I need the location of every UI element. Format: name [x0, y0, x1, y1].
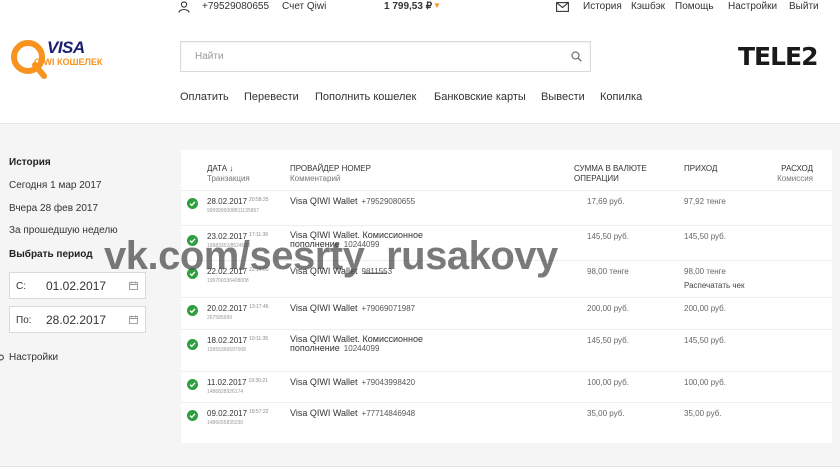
tele2-logo[interactable]: TELE2 — [738, 42, 819, 71]
row-provider[interactable]: Visa QIWI Wallet +79069071987 — [290, 304, 450, 314]
account-label[interactable]: Счет Qiwi — [282, 1, 326, 12]
row-income: 97,92 тенге — [684, 197, 726, 206]
date-to-label: По: — [16, 315, 32, 326]
balance-caret-icon[interactable]: ▼ — [433, 1, 441, 10]
row-transaction-id: 267585999 — [207, 315, 233, 321]
mainnav-bank-cards[interactable]: Банковские карты — [434, 91, 526, 103]
row-transaction-id: 9999999008811135867 — [207, 208, 260, 214]
success-check-icon — [187, 305, 198, 316]
settings-label: Настройки — [9, 352, 59, 363]
header-expense: РАСХОД Комиссия — [777, 164, 813, 183]
user-icon[interactable] — [178, 1, 190, 13]
filter-today[interactable]: Сегодня 1 мар 2017 — [9, 180, 101, 191]
footer-bar — [0, 466, 840, 476]
logo-subtitle: QIWI КОШЕЛЕК — [34, 57, 103, 67]
table-row[interactable]: 20.02.2017 13:17:46 267585999 Visa QIWI Wal… — [181, 297, 832, 329]
row-income: 100,00 руб. — [684, 378, 726, 387]
mainnav-piggybank[interactable]: Копилка — [600, 91, 642, 103]
row-date: 28.02.2017 20:58:25 — [207, 197, 269, 206]
date-from-label: С: — [16, 281, 26, 292]
row-date: 09.02.2017 18:57:22 — [207, 409, 269, 418]
table-row[interactable]: 09.02.2017 18:57:22 1486655835330 Visa QIWI… — [181, 402, 832, 432]
row-amount: 145,50 руб. — [587, 232, 629, 241]
top-bar: +79529080655 Счет Qiwi 1 799,53 ₽ ▼ Исто… — [0, 0, 840, 16]
row-transaction-id: 1486655835330 — [207, 420, 244, 426]
mail-icon[interactable] — [556, 2, 569, 12]
logo-visa-text: VISA — [47, 38, 85, 57]
row-amount: 35,00 руб. — [587, 409, 625, 418]
balance[interactable]: 1 799,53 ₽ — [384, 1, 432, 12]
nav-logout[interactable]: Выйти — [789, 1, 819, 12]
row-date: 18.02.2017 10:11:35 — [207, 336, 269, 345]
mainnav-transfer[interactable]: Перевести — [244, 91, 299, 103]
success-check-icon — [187, 379, 198, 390]
calendar-icon[interactable] — [129, 281, 138, 290]
row-amount: 145,50 руб. — [587, 336, 629, 345]
row-date: 11.02.2017 19:30:21 — [207, 378, 268, 387]
success-check-icon — [187, 410, 198, 421]
filter-last-week[interactable]: За прошедшую неделю — [9, 225, 118, 236]
row-income: 98,00 тенге — [684, 267, 726, 276]
header-amount: СУММА В ВАЛЮТЕ ОПЕРАЦИИ — [574, 164, 647, 183]
search-box — [180, 41, 591, 72]
row-provider[interactable]: Visa QIWI Wallet +79529080655 — [290, 197, 450, 207]
success-check-icon — [187, 339, 198, 350]
row-provider[interactable]: Visa QIWI Wallet +79043998420 — [290, 378, 450, 388]
transactions-table: ДАТА ↓ Транзакция ПРОВАЙДЕР НОМЕР Коммен… — [181, 150, 832, 443]
row-provider[interactable]: Visa QIWI Wallet +77714846948 — [290, 409, 450, 419]
filter-yesterday[interactable]: Вчера 28 фев 2017 — [9, 203, 98, 214]
period-title: Выбрать период — [9, 249, 93, 260]
sidebar-title: История — [9, 157, 51, 168]
row-amount: 17,69 руб. — [587, 197, 625, 206]
date-from-value[interactable]: 01.02.2017 — [46, 279, 106, 293]
nav-settings[interactable]: Настройки — [728, 1, 777, 12]
nav-help[interactable]: Помощь — [675, 1, 714, 12]
row-income: 145,50 руб. — [684, 336, 726, 345]
header-income: ПРИХОД — [684, 164, 718, 173]
header-date[interactable]: ДАТА ↓ Транзакция — [207, 164, 250, 184]
mainnav-withdraw[interactable]: Вывести — [541, 91, 585, 103]
date-to-value[interactable]: 28.02.2017 — [46, 313, 106, 327]
row-transaction-id: 1486828926174 — [207, 389, 244, 395]
row-income: 200,00 руб. — [684, 304, 726, 313]
nav-cashback[interactable]: Кэшбэк — [631, 1, 665, 12]
gear-icon — [0, 354, 4, 361]
row-amount: 200,00 руб. — [587, 304, 629, 313]
row-income: 35,00 руб. — [684, 409, 722, 418]
row-amount: 100,00 руб. — [587, 378, 629, 387]
row-income: 145,50 руб. — [684, 232, 726, 241]
table-row[interactable]: 28.02.2017 20:58:25 9999999008811135867 Vis… — [181, 190, 832, 225]
success-check-icon — [187, 198, 198, 209]
table-row[interactable]: 11.02.2017 19:30:21 1486828926174 Visa QIWI… — [181, 371, 832, 402]
watermark-text: vk.com/sesrty_rusakovy — [104, 234, 558, 278]
row-provider[interactable]: Visa QIWI Wallet. Комиссионное пополнени… — [290, 335, 450, 354]
mainnav-pay[interactable]: Оплатить — [180, 91, 229, 103]
search-icon[interactable] — [571, 51, 582, 62]
nav-history[interactable]: История — [583, 1, 622, 12]
row-transaction-id: 19955366597008 — [207, 347, 246, 353]
row-amount: 98,00 тенге — [587, 267, 629, 276]
search-input[interactable] — [181, 42, 551, 71]
row-date: 20.02.2017 13:17:46 — [207, 304, 269, 313]
print-receipt-link[interactable]: Распечатать чек — [684, 281, 745, 290]
phone-number[interactable]: +79529080655 — [202, 1, 269, 12]
calendar-icon[interactable] — [129, 315, 138, 324]
table-row[interactable]: 18.02.2017 10:11:35 19955366597008 Visa QIW… — [181, 329, 832, 371]
header-provider: ПРОВАЙДЕР НОМЕР Комментарий — [290, 164, 371, 183]
date-to-field[interactable]: По: 28.02.2017 — [9, 306, 146, 333]
mainnav-topup[interactable]: Пополнить кошелек — [315, 91, 416, 103]
